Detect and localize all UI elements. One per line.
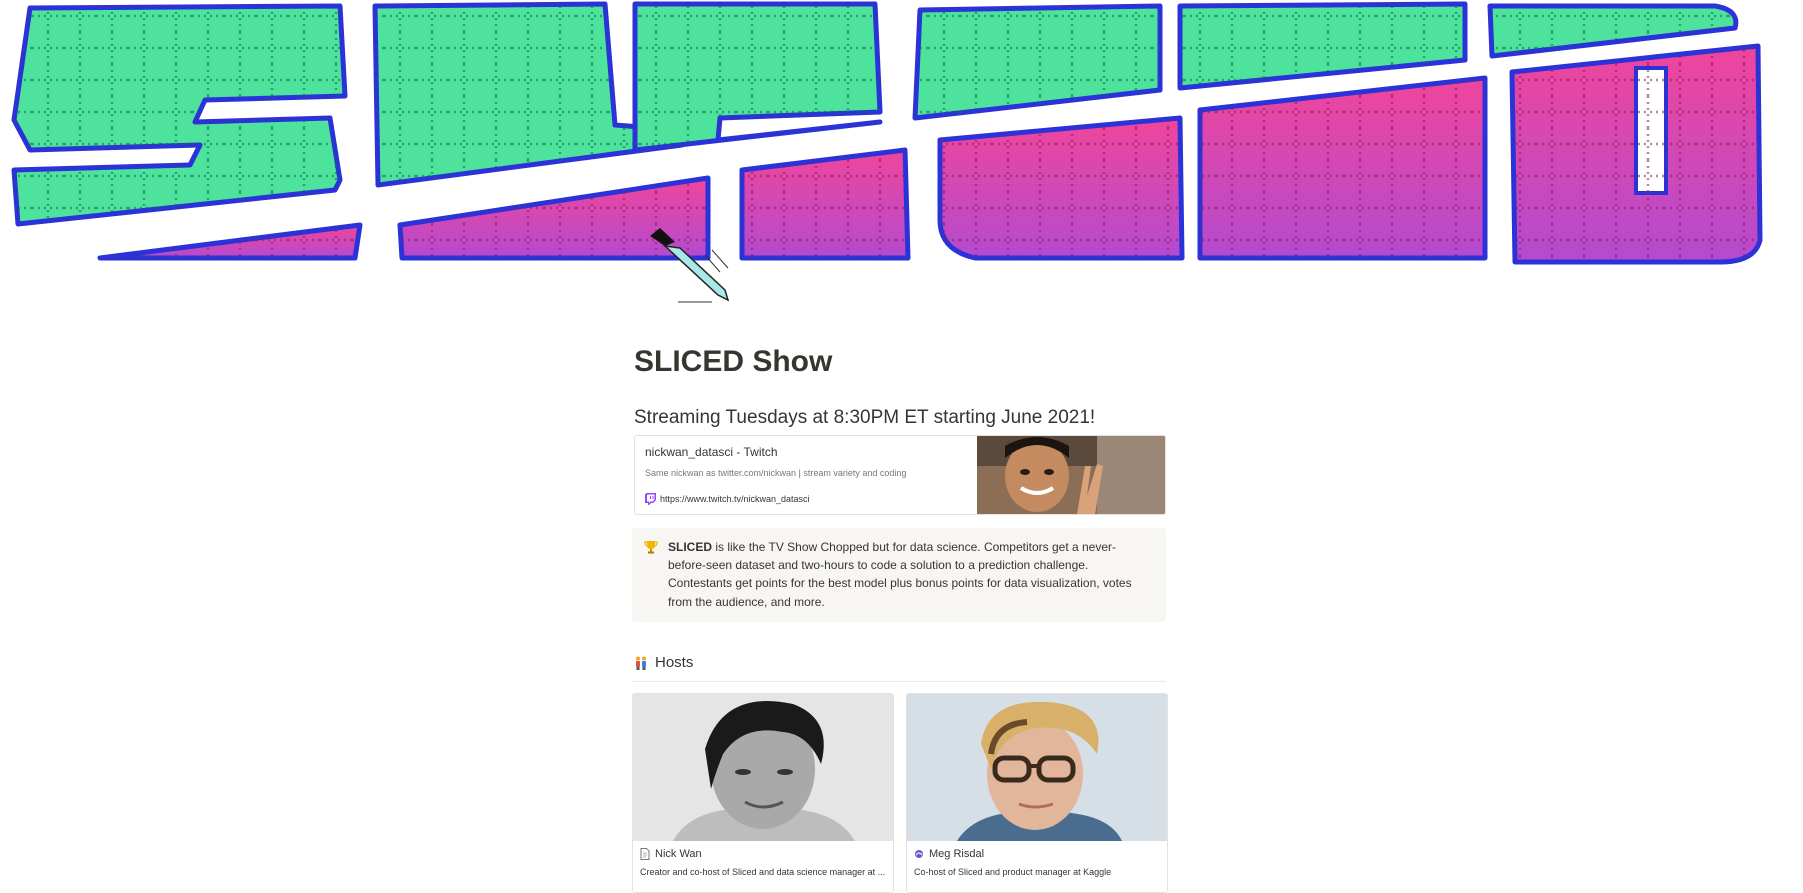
trophy-icon: [644, 541, 658, 554]
host-description: Co-host of Sliced and product manager at…: [914, 867, 1112, 877]
hosts-heading-text: Hosts: [655, 654, 694, 671]
sliced-banner: [0, 0, 1803, 305]
hosts-gallery: Nick Wan Creator and co-host of Sliced a…: [632, 693, 1168, 893]
couple-icon: [636, 656, 646, 670]
page-subtitle: Streaming Tuesdays at 8:30PM ET starting…: [634, 407, 1096, 428]
bookmark-url-row: https://www.twitch.tv/nickwan_datasci: [645, 493, 810, 505]
twitch-bookmark[interactable]: nickwan_datasci - Twitch Same nickwan as…: [634, 435, 1166, 515]
callout-bold: SLICED: [668, 540, 713, 554]
host-name: Nick Wan: [655, 848, 702, 860]
host-photo-meg-risdal: [907, 694, 1167, 841]
bookmark-description: Same nickwan as twitter.com/nickwan | st…: [645, 468, 907, 478]
bookmark-title: nickwan_datasci - Twitch: [645, 445, 778, 459]
callout-block: SLICED is like the TV Show Chopped but f…: [632, 528, 1166, 622]
bookmark-text: nickwan_datasci - Twitch Same nickwan as…: [635, 436, 977, 514]
host-name: Meg Risdal: [929, 848, 985, 860]
hosts-heading: Hosts: [635, 653, 693, 673]
callout-text: SLICED is like the TV Show Chopped but f…: [668, 538, 1152, 612]
page-title: SLICED Show: [634, 345, 833, 378]
sliced-logo: [11, 1, 1763, 303]
bookmark-url: https://www.twitch.tv/nickwan_datasci: [660, 494, 810, 504]
host-description: Creator and co-host of Sliced and data s…: [640, 867, 886, 877]
host-card-meg-risdal[interactable]: Meg Risdal Co-host of Sliced and product…: [906, 693, 1168, 893]
bookmark-thumbnail: [977, 436, 1165, 514]
host-name-row: Nick Wan: [633, 841, 893, 862]
hosts-divider: [632, 681, 1166, 682]
host-photo-nick-wan: [633, 694, 893, 841]
page-icon: [640, 848, 650, 860]
host-card-nick-wan[interactable]: Nick Wan Creator and co-host of Sliced a…: [632, 693, 894, 893]
kaggle-bird-icon: [915, 850, 923, 858]
page-content: SLICED Show Streaming Tuesdays at 8:30PM…: [632, 340, 1168, 893]
host-name-row: Meg Risdal: [907, 841, 1167, 862]
callout-body: is like the TV Show Chopped but for data…: [668, 540, 1132, 609]
twitch-icon: [645, 493, 656, 505]
